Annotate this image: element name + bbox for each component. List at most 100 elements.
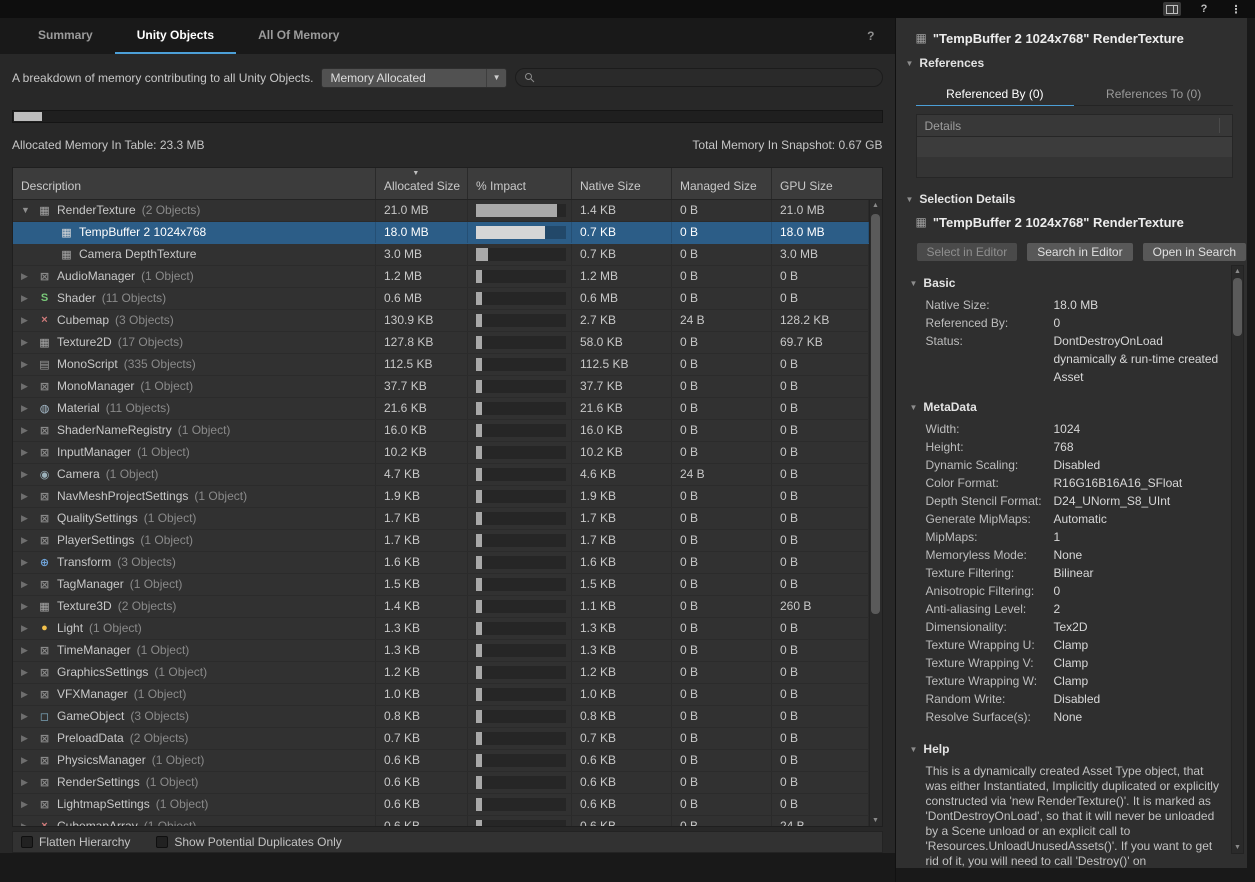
table-row[interactable]: ▶⊠TagManager(1 Object)1.5 KB1.5 KB0 B0 B — [13, 574, 869, 596]
help-icon[interactable]: ? — [1195, 2, 1213, 16]
tab-unity-objects[interactable]: Unity Objects — [115, 18, 236, 54]
references-section-header[interactable]: ▼ References — [896, 54, 1248, 72]
open-in-search-button[interactable]: Open in Search — [1142, 242, 1247, 262]
column-header-gpu-size[interactable]: GPU Size — [772, 168, 882, 199]
table-row[interactable]: ▶⊠GraphicsSettings(1 Object)1.2 KB1.2 KB… — [13, 662, 869, 684]
foldout-arrow-icon[interactable]: ▶ — [21, 469, 37, 480]
foldout-arrow-icon[interactable]: ▶ — [21, 733, 37, 744]
table-row[interactable]: ▦Camera DepthTexture3.0 MB0.7 KB0 B3.0 M… — [13, 244, 869, 266]
column-resize-handle[interactable] — [1219, 118, 1220, 133]
foldout-arrow-icon[interactable]: ▶ — [21, 579, 37, 590]
table-row[interactable]: ▶⊠QualitySettings(1 Object)1.7 KB1.7 KB0… — [13, 508, 869, 530]
table-row[interactable]: ▶⊠PhysicsManager(1 Object)0.6 KB0.6 KB0 … — [13, 750, 869, 772]
table-row[interactable]: ▶⊠NavMeshProjectSettings(1 Object)1.9 KB… — [13, 486, 869, 508]
table-row[interactable]: ▶×Cubemap(3 Objects)130.9 KB2.7 KB24 B12… — [13, 310, 869, 332]
table-row[interactable]: ▶×CubemapArray(1 Object)0.6 KB0.6 KB0 B2… — [13, 816, 869, 826]
table-row[interactable]: ▶SShader(11 Objects)0.6 MB0.6 MB0 B0 B — [13, 288, 869, 310]
flatten-hierarchy-option[interactable]: Flatten Hierarchy — [21, 835, 130, 849]
foldout-arrow-icon[interactable]: ▶ — [21, 799, 37, 810]
column-header-native-size[interactable]: Native Size — [572, 168, 672, 199]
foldout-arrow-icon[interactable]: ▶ — [21, 601, 37, 612]
search-in-editor-button[interactable]: Search in Editor — [1026, 242, 1133, 262]
table-row[interactable]: ▶⊠ShaderNameRegistry(1 Object)16.0 KB16.… — [13, 420, 869, 442]
detail-field: Dynamic Scaling:Disabled — [896, 456, 1226, 474]
foldout-arrow-icon[interactable]: ▶ — [21, 667, 37, 678]
foldout-arrow-icon[interactable]: ▶ — [21, 645, 37, 656]
table-row[interactable]: ▶⊠MonoManager(1 Object)37.7 KB37.7 KB0 B… — [13, 376, 869, 398]
table-row[interactable]: ▶⊠PreloadData(2 Objects)0.7 KB0.7 KB0 B0… — [13, 728, 869, 750]
foldout-arrow-icon[interactable]: ▶ — [21, 689, 37, 700]
table-row[interactable]: ▶◉Camera(1 Object)4.7 KB4.6 KB24 B0 B — [13, 464, 869, 486]
references-list: Details — [916, 114, 1234, 178]
metadata-section-header[interactable]: ▼ MetaData — [896, 398, 1226, 416]
table-body-wrap: ▼▦RenderTexture(2 Objects)21.0 MB1.4 KB0… — [13, 200, 882, 826]
search-input[interactable] — [540, 71, 873, 85]
scrollbar-thumb[interactable] — [871, 214, 880, 614]
memory-mode-dropdown[interactable]: Memory Allocated ▼ — [321, 68, 507, 88]
search-field[interactable] — [515, 68, 882, 87]
show-duplicates-option[interactable]: Show Potential Duplicates Only — [156, 835, 341, 849]
help-icon[interactable]: ? — [867, 29, 874, 43]
selection-details-section-header[interactable]: ▼ Selection Details — [896, 190, 1248, 208]
table-row[interactable]: ▶◍Material(11 Objects)21.6 KB21.6 KB0 B0… — [13, 398, 869, 420]
column-header-description[interactable]: Description — [13, 168, 376, 199]
column-header-allocated-size[interactable]: ▼ Allocated Size — [376, 168, 468, 199]
table-row[interactable]: ▶◻GameObject(3 Objects)0.8 KB0.8 KB0 B0 … — [13, 706, 869, 728]
details-scrollbar[interactable]: ▲ ▼ — [1231, 265, 1244, 854]
foldout-arrow-icon[interactable]: ▶ — [21, 711, 37, 722]
references-list-header[interactable]: Details — [917, 115, 1233, 137]
layout-icon[interactable] — [1163, 2, 1181, 16]
table-row[interactable]: ▦TempBuffer 2 1024x76818.0 MB0.7 KB0 B18… — [13, 222, 869, 244]
foldout-arrow-icon[interactable]: ▶ — [21, 777, 37, 788]
table-row[interactable]: ▶⊠TimeManager(1 Object)1.3 KB1.3 KB0 B0 … — [13, 640, 869, 662]
foldout-arrow-icon[interactable]: ▶ — [21, 447, 37, 458]
foldout-arrow-icon[interactable]: ▶ — [21, 513, 37, 524]
foldout-arrow-icon[interactable]: ▶ — [21, 535, 37, 546]
kebab-menu-icon[interactable]: ⋮ — [1227, 2, 1245, 16]
table-row[interactable]: ▶⊠InputManager(1 Object)10.2 KB10.2 KB0 … — [13, 442, 869, 464]
table-row[interactable]: ▶⊠LightmapSettings(1 Object)0.6 KB0.6 KB… — [13, 794, 869, 816]
foldout-arrow-icon[interactable]: ▶ — [21, 491, 37, 502]
scroll-up-icon[interactable]: ▲ — [872, 200, 879, 212]
foldout-arrow-icon[interactable]: ▶ — [21, 403, 37, 414]
foldout-arrow-icon[interactable]: ▶ — [21, 359, 37, 370]
foldout-arrow-icon[interactable]: ▶ — [21, 315, 37, 326]
column-header-managed-size[interactable]: Managed Size — [672, 168, 772, 199]
detail-field: Generate MipMaps:Automatic — [896, 510, 1226, 528]
foldout-arrow-icon[interactable]: ▶ — [21, 337, 37, 348]
foldout-arrow-icon[interactable]: ▶ — [21, 425, 37, 436]
table-row[interactable]: ▶▦Texture2D(17 Objects)127.8 KB58.0 KB0 … — [13, 332, 869, 354]
table-row[interactable]: ▶▤MonoScript(335 Objects)112.5 KB112.5 K… — [13, 354, 869, 376]
table-row[interactable]: ▶⊠RenderSettings(1 Object)0.6 KB0.6 KB0 … — [13, 772, 869, 794]
help-section-header[interactable]: ▼ Help — [896, 740, 1226, 758]
basic-section-header[interactable]: ▼ Basic — [896, 274, 1226, 292]
table-row[interactable]: ▶⊕Transform(3 Objects)1.6 KB1.6 KB0 B0 B — [13, 552, 869, 574]
table-scrollbar[interactable]: ▲ ▼ — [869, 200, 882, 826]
foldout-arrow-icon[interactable]: ▶ — [21, 271, 37, 282]
foldout-arrow-icon[interactable]: ▶ — [21, 381, 37, 392]
tab-referenced-by[interactable]: Referenced By (0) — [916, 82, 1075, 106]
table-row[interactable]: ▶▦Texture3D(2 Objects)1.4 KB1.1 KB0 B260… — [13, 596, 869, 618]
scroll-down-icon[interactable]: ▼ — [1234, 842, 1241, 853]
foldout-arrow-icon[interactable]: ▶ — [21, 623, 37, 634]
foldout-arrow-icon[interactable]: ▶ — [21, 821, 37, 826]
table-row[interactable]: ▶●Light(1 Object)1.3 KB1.3 KB0 B0 B — [13, 618, 869, 640]
column-header-impact[interactable]: % Impact — [468, 168, 572, 199]
scrollbar-thumb[interactable] — [1233, 278, 1242, 336]
table-row[interactable]: ▶⊠PlayerSettings(1 Object)1.7 KB1.7 KB0 … — [13, 530, 869, 552]
foldout-arrow-icon[interactable]: ▶ — [21, 557, 37, 568]
scroll-down-icon[interactable]: ▼ — [872, 814, 879, 826]
tab-references-to[interactable]: References To (0) — [1074, 82, 1233, 106]
table-row[interactable]: ▶⊠AudioManager(1 Object)1.2 MB1.2 MB0 B0… — [13, 266, 869, 288]
flatten-hierarchy-checkbox[interactable] — [21, 836, 33, 848]
foldout-arrow-icon[interactable]: ▶ — [21, 755, 37, 766]
table-row[interactable]: ▼▦RenderTexture(2 Objects)21.0 MB1.4 KB0… — [13, 200, 869, 222]
scroll-up-icon[interactable]: ▲ — [1234, 266, 1241, 277]
table-row[interactable]: ▶⊠VFXManager(1 Object)1.0 KB1.0 KB0 B0 B — [13, 684, 869, 706]
tab-all-of-memory[interactable]: All Of Memory — [236, 18, 361, 54]
show-duplicates-checkbox[interactable] — [156, 836, 168, 848]
foldout-arrow-icon[interactable]: ▶ — [21, 293, 37, 304]
select-in-editor-button[interactable]: Select in Editor — [916, 242, 1019, 262]
tab-summary[interactable]: Summary — [16, 18, 115, 54]
foldout-arrow-icon[interactable]: ▼ — [21, 205, 37, 215]
